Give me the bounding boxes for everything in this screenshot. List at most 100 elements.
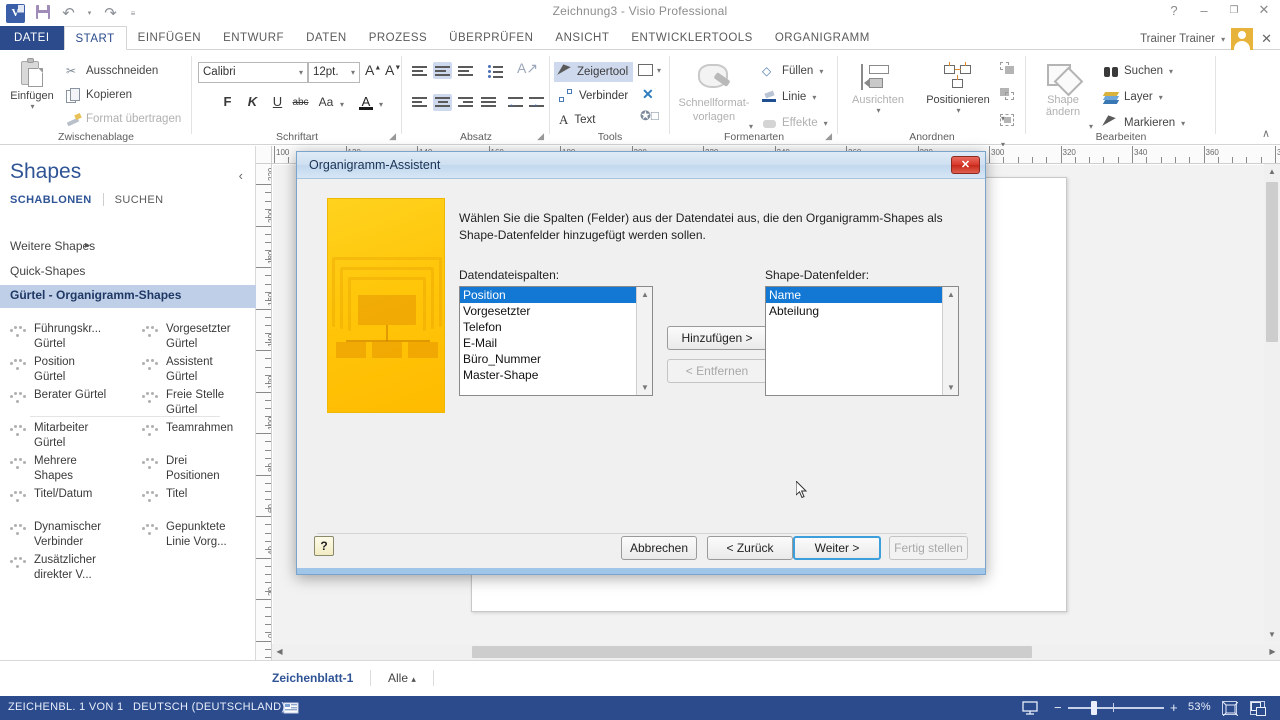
tab-organigramm[interactable]: ORGANIGRAMM (764, 26, 881, 50)
font-dialog-launcher[interactable]: ◢ (389, 131, 396, 142)
list-item[interactable]: E-Mail (460, 335, 637, 351)
fit-page-icon[interactable] (1222, 701, 1237, 715)
stencil-row-weitere-shapes[interactable]: Weitere Shapes ▸ (0, 236, 256, 259)
font-family-input[interactable]: Calibri ▾ (198, 62, 308, 83)
paragraph-dialog-launcher[interactable]: ◢ (537, 131, 544, 142)
position-button[interactable]: Positionieren ▾ (920, 62, 996, 115)
font-size-input[interactable]: 12pt. ▾ (308, 62, 360, 83)
dialog-close-button[interactable]: ✕ (951, 156, 980, 174)
account-name[interactable]: Trainer Trainer (1140, 33, 1215, 45)
bullets-icon[interactable] (487, 62, 505, 79)
format-painter-button[interactable]: Format übertragen (66, 110, 181, 128)
tab-einfuegen[interactable]: EINFÜGEN (127, 26, 212, 50)
language-status[interactable]: DEUTSCH (DEUTSCHLAND) (133, 701, 285, 713)
tab-prozess[interactable]: PROZESS (358, 26, 438, 50)
right-list-scrollbar[interactable]: ▲ ▼ (942, 287, 958, 395)
shape-styles-dialog-launcher[interactable]: ◢ (825, 131, 832, 142)
horizontal-scrollbar[interactable]: ◀ ▶ (272, 644, 1280, 660)
list-item[interactable]: Vorgesetzter (460, 303, 637, 319)
all-pages-button[interactable]: Alle ▴ (388, 671, 416, 685)
paste-button[interactable]: Einfügen ▾ (3, 58, 61, 111)
weiter-button[interactable]: Weiter > (793, 536, 881, 560)
change-case-button[interactable]: Aa (315, 95, 337, 109)
effects-button[interactable]: Effekte ▾ (762, 114, 828, 132)
quick-styles-button[interactable]: Schnellformat- vorlagen (670, 62, 758, 124)
tab-start[interactable]: START (64, 26, 127, 50)
tab-datei[interactable]: DATEI (0, 26, 64, 50)
tab-ueberpruefen[interactable]: ÜBERPRÜFEN (438, 26, 544, 50)
group-shapes-icon[interactable] (1000, 114, 1017, 129)
zoom-slider-thumb[interactable] (1091, 701, 1097, 715)
align-bottom-icon[interactable] (456, 62, 475, 79)
chevron-down-icon[interactable]: ▾ (824, 119, 828, 128)
tab-entwicklertools[interactable]: ENTWICKLERTOOLS (620, 26, 763, 50)
align-top-icon[interactable] (410, 62, 429, 79)
zoom-out-button[interactable]: − (1054, 700, 1062, 715)
change-shape-button[interactable]: Shape ändern (1032, 62, 1094, 118)
chevron-down-icon[interactable]: ▾ (379, 100, 383, 109)
chevron-down-icon[interactable]: ▾ (1089, 122, 1093, 131)
zurueck-button[interactable]: < Zurück (707, 536, 793, 560)
scroll-down-icon[interactable]: ▼ (943, 380, 959, 395)
chevron-down-icon[interactable]: ▾ (749, 122, 753, 131)
pointer-tool-button[interactable]: Zeigertool (554, 62, 633, 82)
scroll-down-icon[interactable]: ▼ (1264, 627, 1280, 642)
increase-font-size-icon[interactable]: A▲ (365, 62, 381, 78)
copy-button[interactable]: Kopieren (66, 86, 132, 104)
connection-point-icon[interactable]: ✪□ (640, 108, 659, 124)
tab-schablonen[interactable]: SCHABLONEN (10, 194, 92, 206)
italic-button[interactable]: K (244, 94, 261, 109)
zoom-percent-label[interactable]: 53% (1188, 701, 1211, 713)
fit-window-icon[interactable] (1250, 701, 1265, 715)
connector-tool-button[interactable]: Verbinder (554, 86, 633, 106)
close-icon[interactable]: ✕ (1261, 31, 1272, 47)
dialog-title-bar[interactable]: Organigramm-Assistent ✕ (297, 152, 985, 179)
layer-button[interactable]: Layer ▾ (1104, 88, 1163, 106)
select-button[interactable]: Markieren ▾ (1104, 114, 1185, 132)
scroll-up-icon[interactable]: ▲ (1264, 164, 1280, 179)
zoom-slider-track[interactable] (1068, 707, 1164, 709)
chevron-down-icon[interactable]: ▾ (812, 93, 816, 102)
vertical-scrollbar[interactable]: ▲ ▼ (1264, 164, 1280, 642)
decrease-indent-icon[interactable]: ← (506, 94, 525, 111)
send-to-back-icon[interactable] (1000, 88, 1017, 103)
delete-icon[interactable]: ✕ (642, 86, 654, 103)
font-color-button[interactable]: A (358, 94, 374, 109)
tab-suchen[interactable]: SUCHEN (115, 194, 164, 206)
scroll-left-icon[interactable]: ◀ (272, 644, 287, 660)
align-middle-icon[interactable] (433, 62, 452, 79)
help-icon[interactable]: ? (1166, 3, 1182, 18)
list-item[interactable]: Master-Shape (460, 367, 637, 383)
scroll-right-icon[interactable]: ▶ (1265, 644, 1280, 660)
chevron-up-icon[interactable]: ▴ (411, 674, 416, 684)
page-count-status[interactable]: ZEICHENBL. 1 VON 1 (8, 701, 123, 713)
bold-button[interactable]: F (219, 94, 236, 109)
fertig-stellen-button[interactable]: Fertig stellen (889, 536, 968, 560)
list-item[interactable]: Abteilung (766, 303, 943, 319)
list-item[interactable]: Büro_Nummer (460, 351, 637, 367)
horizontal-scroll-thumb[interactable] (472, 646, 1032, 658)
chevron-down-icon[interactable]: ▾ (1221, 35, 1225, 44)
chevron-down-icon[interactable]: ▾ (921, 106, 996, 115)
vertical-ruler[interactable]: 220200180160140120100806040200 (256, 164, 272, 660)
zoom-in-button[interactable]: + (1170, 700, 1178, 715)
chevron-down-icon[interactable]: ▾ (1159, 93, 1163, 102)
underline-button[interactable]: U (269, 94, 286, 109)
abbrechen-button[interactable]: Abbrechen (621, 536, 697, 560)
increase-indent-icon[interactable]: → (527, 94, 546, 111)
tab-daten[interactable]: DATEN (295, 26, 358, 50)
restore-icon[interactable]: ❐ (1226, 5, 1242, 16)
find-button[interactable]: Suchen ▾ (1104, 62, 1173, 80)
align-right-icon[interactable] (456, 94, 475, 111)
dialog-help-button[interactable]: ? (314, 536, 334, 556)
list-item[interactable]: Name (766, 287, 943, 303)
close-icon[interactable]: ✕ (1256, 2, 1272, 18)
collapse-panel-icon[interactable]: ‹ (239, 168, 243, 183)
scroll-up-icon[interactable]: ▲ (637, 287, 653, 302)
cut-button[interactable]: ✂ Ausschneiden (66, 62, 158, 80)
left-list-scrollbar[interactable]: ▲ ▼ (636, 287, 652, 395)
strikethrough-button[interactable]: abc (292, 97, 309, 108)
chevron-down-icon[interactable]: ▾ (657, 66, 661, 75)
chevron-down-icon[interactable]: ▾ (351, 63, 355, 82)
align-justify-icon[interactable] (479, 94, 498, 111)
